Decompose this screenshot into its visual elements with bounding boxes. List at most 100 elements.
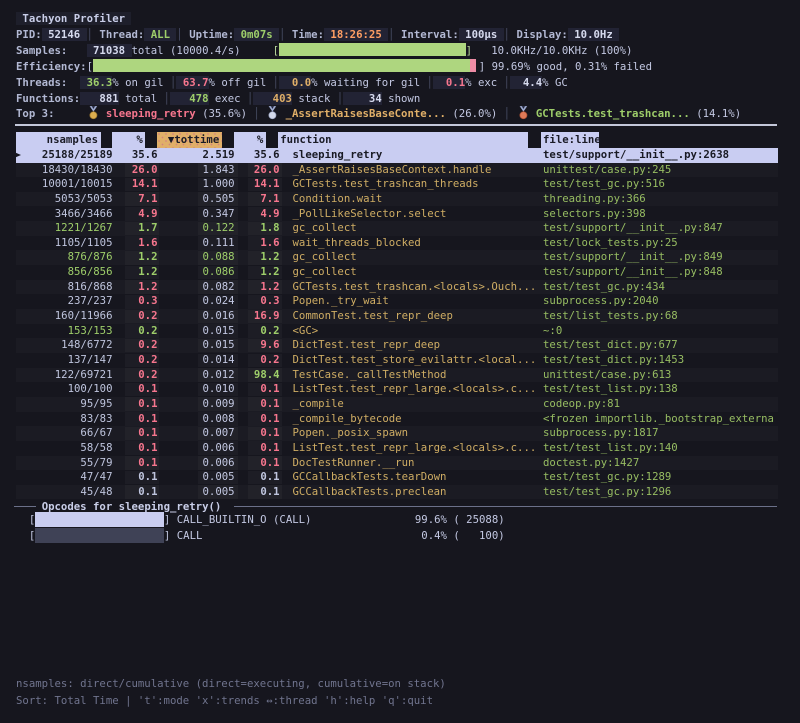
table-row[interactable]: 1221/12671.70.1221.8gc_collecttest/suppo… [16,221,778,236]
status-value: 881 [80,92,119,105]
top3-entry-name: GCTests.test_trashcan... [536,107,690,120]
cell-pct2: 26.0 [238,163,280,178]
cell-fileline: test/support/__init__.py:2638 [543,148,729,163]
cell-pct2: 0.3 [238,294,280,309]
cell-fileline: test/test_dict.py:677 [543,338,678,353]
status-text: total (10000.4/s) [132,44,241,57]
status-value: 100µs [459,28,504,41]
cell-pct2: 0.1 [238,397,280,412]
opcode-bar [35,512,164,527]
column-header-tottime-sorted[interactable]: ▼tottime [157,132,222,148]
column-header-fileline[interactable]: file:line [541,132,599,148]
table-row[interactable]: 83/830.10.0080.1_compile_bytecode<frozen… [16,412,778,427]
table-row[interactable]: 10001/1001514.11.00014.1GCTests.test_tra… [16,177,778,192]
cell-function: DictTest.test_repr_deep [293,338,441,353]
cell-function: CommonTest.test_repr_deep [293,309,453,324]
cell-fileline: test/test_list.py:140 [543,441,678,456]
cell-pct2: 0.1 [238,441,280,456]
cell-pct1: 0.1 [116,397,158,412]
cell-nsamples: 876/876 [16,250,113,265]
opcode-bracket-close: ] [164,512,170,528]
opcode-row: [ ] CALL_BUILTIN_O (CALL) 99.6% ( 25088) [0,512,800,528]
cell-pct2: 35.6 [238,148,280,163]
cell-nsamples: 3466/3466 [16,207,113,222]
cell-tottime: 1.843 [159,163,235,178]
status-label: Interval: [395,28,459,41]
cell-nsamples: 122/69721 [16,368,113,383]
table-row[interactable]: 1105/11051.60.1111.6wait_threads_blocked… [16,236,778,251]
cell-function: DocTestRunner.__run [293,456,415,471]
bronze-medal-icon [517,106,530,120]
page-title: Tachyon Profiler [16,12,131,25]
selection-cursor-icon [14,152,21,158]
table-row[interactable]: 3466/34664.90.3474.9_PollLikeSelector.se… [16,207,778,222]
cell-fileline: subprocess.py:1817 [543,426,658,441]
cell-pct2: 0.1 [238,426,280,441]
cell-nsamples: 95/95 [16,397,113,412]
table-row[interactable]: 122/697210.20.01298.4TestCase._callTestM… [16,368,778,383]
table-row[interactable]: 47/470.10.0050.1GCCallbackTests.tearDown… [16,470,778,485]
status-value: 36.3 [80,76,112,89]
status-value: 0.0 [279,76,311,89]
status-text: exec [209,92,248,105]
table-row[interactable]: 55/790.10.0060.1DocTestRunner.__rundocte… [16,456,778,471]
status-label: PID: [16,28,42,41]
table-row[interactable]: 25188/2518935.62.51935.6sleeping_retryte… [16,148,778,163]
status-value: 4.4 [510,76,542,89]
column-header-function[interactable]: function [278,132,529,148]
table-row[interactable]: 816/8681.20.0821.2GCTests.test_trashcan.… [16,280,778,295]
app-title-line: Tachyon Profiler [16,11,131,26]
cell-pct1: 0.2 [116,353,158,368]
table-row[interactable]: 95/950.10.0090.1_compilecodeop.py:81 [16,397,778,412]
table-row[interactable]: 18430/1843026.01.84326.0_AssertRaisesBas… [16,163,778,178]
cell-pct2: 0.1 [238,456,280,471]
cell-fileline: test/test_gc.py:1296 [543,485,671,500]
cell-tottime: 0.016 [159,309,235,324]
status-text: % on gil [112,76,170,89]
cell-fileline: test/support/__init__.py:849 [543,250,723,265]
cell-function: sleeping_retry [293,148,383,163]
opcode-name: CALL_BUILTIN_O (CALL) [177,512,312,528]
status-label: Functions: [16,92,80,105]
cell-nsamples: 45/48 [16,485,113,500]
cell-fileline: <frozen importlib._bootstrap_externa [543,412,774,427]
cell-function: GCCallbackTests.tearDown [293,470,447,485]
cell-tottime: 0.014 [159,353,235,368]
cell-nsamples: 18430/18430 [16,163,113,178]
column-header-pct2[interactable]: % [234,132,266,148]
table-row[interactable]: 876/8761.20.0881.2gc_collecttest/support… [16,250,778,265]
status-value: 63.7 [176,76,208,89]
status-text: shown [382,92,421,105]
cell-nsamples: 58/58 [16,441,113,456]
table-row[interactable]: 45/480.10.0050.1GCCallbackTests.preclean… [16,485,778,500]
table-row[interactable]: 153/1530.20.0150.2<GC>~:0 [16,324,778,339]
status-line-threads: Threads: 36.3% on gil │ 63.7% off gil │ … [16,75,568,90]
table-row[interactable]: 5053/50537.10.5057.1Condition.waitthread… [16,192,778,207]
table-top-separator [15,124,777,126]
cell-fileline: test/lock_tests.py:25 [543,236,678,251]
footer-help-line2: Sort: Total Time | 't':mode 'x':trends ↔… [16,693,433,708]
cell-function: ListTest.test_repr_large.<locals>.c... [293,441,537,456]
table-row[interactable]: 137/1470.20.0140.2DictTest.test_store_ev… [16,353,778,368]
status-value: 0.1 [433,76,465,89]
cell-nsamples: 100/100 [16,382,113,397]
table-row[interactable]: 58/580.10.0060.1ListTest.test_repr_large… [16,441,778,456]
cell-tottime: 0.015 [159,338,235,353]
cell-fileline: test/test_gc.py:516 [543,177,665,192]
status-label: Efficiency: [16,60,87,73]
column-header-nsamples[interactable]: nsamples [16,132,101,148]
table-row[interactable]: 856/8561.20.0861.2gc_collecttest/support… [16,265,778,280]
cell-function: ListTest.test_repr_large.<locals>.c... [293,382,537,397]
status-line-top3: Top 3: sleeping_retry (35.6%) │ _AssertR… [16,106,741,121]
cell-nsamples: 153/153 [16,324,113,339]
table-row[interactable]: 148/67720.20.0159.6DictTest.test_repr_de… [16,338,778,353]
table-row[interactable]: 66/670.10.0070.1Popen._posix_spawnsubpro… [16,426,778,441]
cell-pct2: 7.1 [238,192,280,207]
status-label: Samples: [16,44,67,57]
table-row[interactable]: 160/119660.20.01616.9CommonTest.test_rep… [16,309,778,324]
table-row[interactable]: 237/2370.30.0240.3Popen._try_waitsubproc… [16,294,778,309]
status-line-samples: Samples: 71038 total (10000.4/s) [] 10.0… [16,43,632,58]
table-row[interactable]: 100/1000.10.0100.1ListTest.test_repr_lar… [16,382,778,397]
cell-pct1: 0.1 [116,382,158,397]
column-header-pct1[interactable]: % [112,132,145,148]
